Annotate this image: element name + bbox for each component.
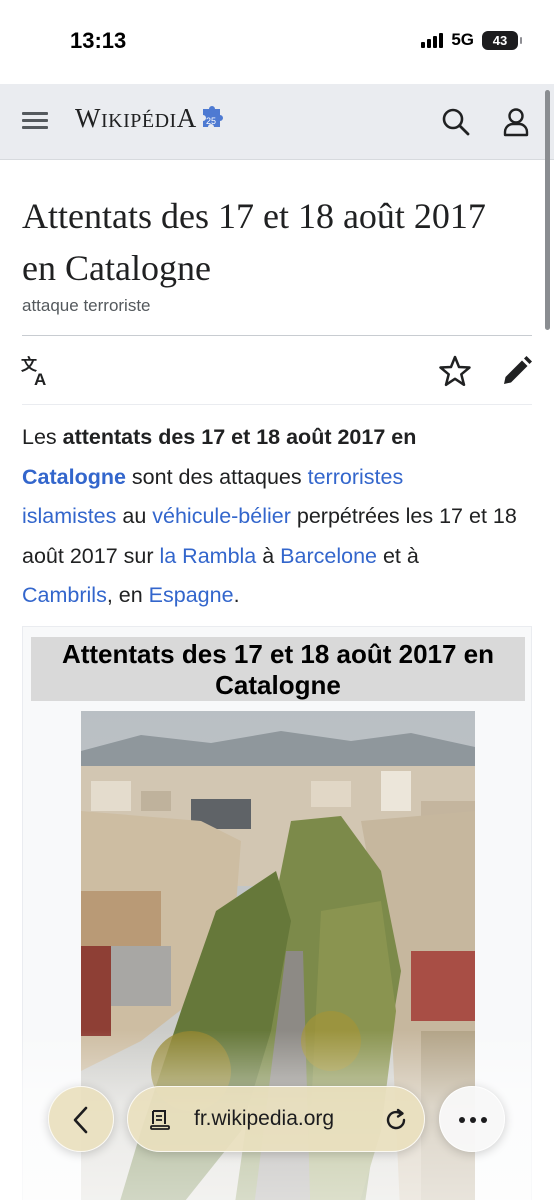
link-catalogne[interactable]: Catalogne <box>22 465 126 489</box>
pencil-icon[interactable] <box>500 354 534 388</box>
intro-paragraph: Les attentats des 17 et 18 août 2017 en C… <box>22 418 534 616</box>
menu-icon <box>22 112 48 115</box>
reader-icon[interactable] <box>148 1108 172 1132</box>
intro-text: et à <box>377 543 419 568</box>
user-icon[interactable] <box>500 106 532 138</box>
intro-text: à <box>256 543 281 568</box>
language-icon[interactable]: 文 A <box>20 354 54 388</box>
svg-text:A: A <box>34 370 46 388</box>
intro-text: sont des attaques <box>125 464 308 489</box>
logo-badge-text: 25 <box>206 116 216 126</box>
intro-text: Les <box>22 425 63 449</box>
menu-button[interactable] <box>22 108 52 136</box>
status-time: 13:13 <box>70 28 127 53</box>
site-header: WIKIPÉDIA 25 <box>0 84 554 160</box>
puzzle-badge-icon: 25 <box>202 105 223 127</box>
link-vehicule-belier[interactable]: véhicule-bélier <box>152 504 291 528</box>
more-icon <box>459 1117 487 1123</box>
link-islamistes[interactable]: islamistes <box>22 504 116 528</box>
network-label: 5G <box>451 30 474 49</box>
signal-icon <box>421 32 444 48</box>
action-divider <box>22 404 532 405</box>
search-icon[interactable] <box>440 106 472 138</box>
intro-text: , en <box>106 583 149 607</box>
chevron-left-icon <box>73 1106 88 1134</box>
link-la-rambla[interactable]: la Rambla <box>159 544 256 568</box>
star-icon[interactable] <box>438 354 472 388</box>
battery-icon: 43 <box>482 30 522 50</box>
page-title: Attentats des 17 et 18 août 2017 en Cata… <box>22 196 486 288</box>
link-terroristes[interactable]: terroristes <box>308 465 404 489</box>
title-divider <box>22 335 532 336</box>
reload-icon[interactable] <box>382 1106 410 1134</box>
link-espagne[interactable]: Espagne <box>149 583 234 607</box>
page-subtitle: attaque terroriste <box>22 296 151 315</box>
back-button[interactable] <box>48 1086 114 1152</box>
address-bar[interactable]: fr.wikipedia.org <box>127 1086 425 1152</box>
more-button[interactable] <box>439 1086 505 1152</box>
intro-text: . <box>233 583 240 607</box>
scrollbar-thumb[interactable] <box>545 90 550 330</box>
wikipedia-logo[interactable]: WIKIPÉDIA 25 <box>75 103 225 134</box>
url-text[interactable]: fr.wikipedia.org <box>194 1107 334 1131</box>
link-cambrils[interactable]: Cambrils <box>22 583 107 607</box>
status-indicators: 5G 43 <box>421 30 522 50</box>
wikipedia-wordmark: WIKIPÉDIA <box>75 103 197 133</box>
link-barcelone[interactable]: Barcelone <box>280 544 377 568</box>
status-bar: 13:13 5G 43 <box>0 0 554 84</box>
intro-bold-title: attentats des 17 et 18 août 2017 en <box>62 425 417 449</box>
intro-text: au <box>116 504 153 528</box>
infobox-title: Attentats des 17 et 18 août 2017 en Cata… <box>31 637 525 701</box>
battery-level: 43 <box>492 32 508 48</box>
